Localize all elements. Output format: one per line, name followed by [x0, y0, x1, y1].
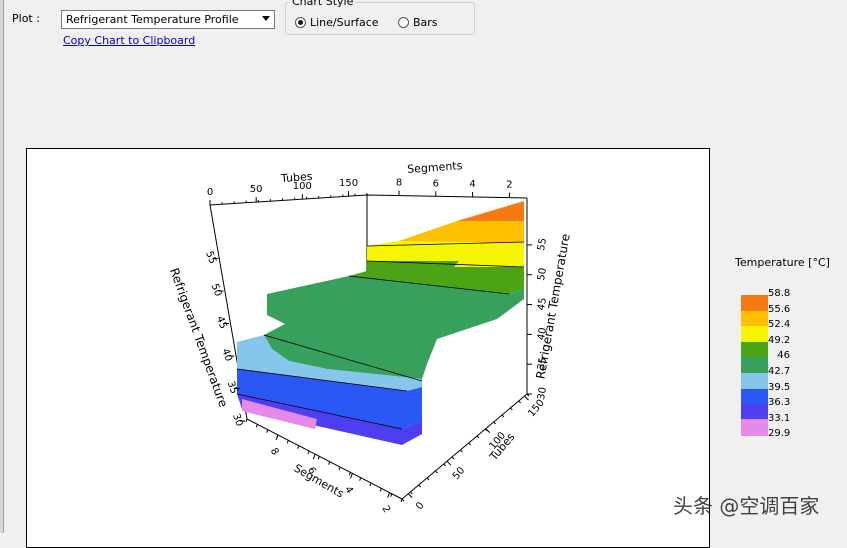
axis-tick	[255, 424, 258, 428]
legend-swatch	[741, 404, 768, 421]
axis-tick	[266, 429, 269, 433]
plot-dropdown-value: Refrigerant Temperature Profile	[66, 13, 239, 26]
z-tick-label-right: 55	[536, 237, 549, 251]
legend-swatch	[741, 295, 768, 311]
z-tick-label-left: 45	[214, 315, 229, 331]
axis-tick	[286, 440, 289, 444]
legend-swatch	[741, 310, 768, 327]
segments-tick-label: 4	[469, 179, 475, 190]
surface-plot: 0 50 100 150Tubes 8 6 4 2Segments303540455055Re…	[167, 159, 573, 515]
axis-tick	[297, 445, 300, 449]
axis-tick	[379, 488, 382, 492]
segments-tick-label-bottom: 8	[268, 446, 281, 457]
radio-selected-icon[interactable]	[295, 17, 306, 28]
legend-label: 55.6	[768, 303, 791, 315]
axis-tick	[359, 477, 362, 481]
axis-tick	[317, 456, 320, 460]
axis-tick	[446, 460, 452, 466]
legend-label: 36.3	[768, 397, 791, 409]
z-tick-label-left: 30	[230, 412, 245, 428]
legend-title: Temperature [°C]	[735, 256, 830, 269]
axis-tick	[468, 442, 472, 446]
z-tick-label-right: 50	[536, 267, 549, 281]
legend-label: 33.1	[768, 412, 791, 424]
axis-tick	[407, 493, 413, 499]
axis-tick	[312, 454, 316, 460]
temperature-surface	[236, 201, 525, 445]
axis-tick	[328, 461, 331, 465]
plot-dropdown[interactable]: Refrigerant Temperature Profile	[61, 10, 275, 29]
axis-tick	[459, 449, 463, 453]
axis-tick	[476, 435, 480, 439]
axis-tick	[443, 463, 447, 467]
axis-tick	[524, 395, 529, 401]
legend-label: 52.4	[768, 319, 791, 331]
segments-tick-label: 2	[506, 180, 512, 191]
surface-band-orange	[457, 201, 524, 221]
axis-tick	[426, 477, 430, 481]
legend-swatch	[741, 357, 768, 374]
legend-label: 39.5	[768, 381, 791, 393]
legend-label: 58.8	[768, 288, 791, 299]
legend-swatch	[741, 372, 768, 389]
legend-swatch	[741, 326, 768, 343]
axis-tick	[245, 418, 248, 423]
legend-label: 49.2	[768, 334, 791, 346]
z-tick-label-left: 40	[219, 347, 234, 363]
segments-tick-label: 6	[433, 178, 439, 189]
segments-axis-title: Segments	[407, 159, 463, 176]
window-left-edge	[0, 0, 4, 533]
radio-line-surface[interactable]: Line/Surface	[295, 16, 379, 29]
legend-label: 46	[777, 350, 790, 362]
watermark-text: 头条 @空调百家	[673, 494, 820, 518]
plot-label: Plot :	[12, 12, 40, 25]
axis-tick	[501, 414, 505, 418]
axis-tick	[387, 492, 391, 498]
copy-chart-link[interactable]: Copy Chart to Clipboard	[63, 34, 195, 47]
axis-tick	[451, 456, 455, 460]
axis-tick	[369, 482, 372, 487]
axis-tick	[493, 421, 497, 425]
segments-tick-label-bottom: 2	[379, 504, 392, 515]
axis-tick	[418, 484, 422, 488]
axis-tick	[349, 473, 353, 479]
legend-label: 29.9	[768, 428, 791, 440]
axis-tick	[409, 491, 413, 495]
axis-tick	[276, 434, 279, 439]
segments-tick-label: 8	[396, 178, 402, 189]
tubes-tick-label: 150	[339, 178, 358, 189]
axis-tick	[307, 450, 310, 455]
axis-tick	[348, 472, 351, 476]
axis-tick	[338, 466, 341, 471]
tubes-tick-label: 0	[207, 187, 213, 198]
axis-tick	[518, 400, 522, 404]
radio-unselected-icon[interactable]	[398, 17, 409, 28]
axis-tick	[390, 493, 393, 497]
chart-frame: 0 50 100 150 Tubes 8 6 4 2 Segments 30 35 40 45 50 55 Re…	[26, 148, 710, 548]
z-tick-label-left: 55	[203, 250, 218, 266]
z-tick-label-left: 50	[209, 282, 224, 298]
chart-style-title: Chart Style	[290, 0, 356, 8]
legend-swatch	[741, 419, 768, 429]
tubes-tick-label: 50	[250, 184, 263, 195]
chevron-down-icon[interactable]	[262, 16, 270, 21]
tubes-tick-label-bottom: 50	[451, 465, 468, 482]
tubes-tick-label-bottom: 0	[414, 500, 427, 512]
segments-axis-title-bottom: Segments	[292, 462, 347, 501]
radio-bars-label: Bars	[413, 16, 438, 29]
radio-line-surface-label: Line/Surface	[310, 16, 379, 29]
radio-bars[interactable]: Bars	[398, 16, 438, 29]
legend-label: 42.7	[768, 365, 791, 377]
surface-band-amber	[399, 221, 524, 243]
legend-swatch	[741, 388, 768, 405]
axis-tick	[401, 498, 405, 502]
tubes-axis-title: Tubes	[280, 170, 314, 185]
axis-tick	[434, 470, 438, 474]
axis-tick	[509, 407, 513, 411]
legend-swatch	[741, 341, 768, 358]
